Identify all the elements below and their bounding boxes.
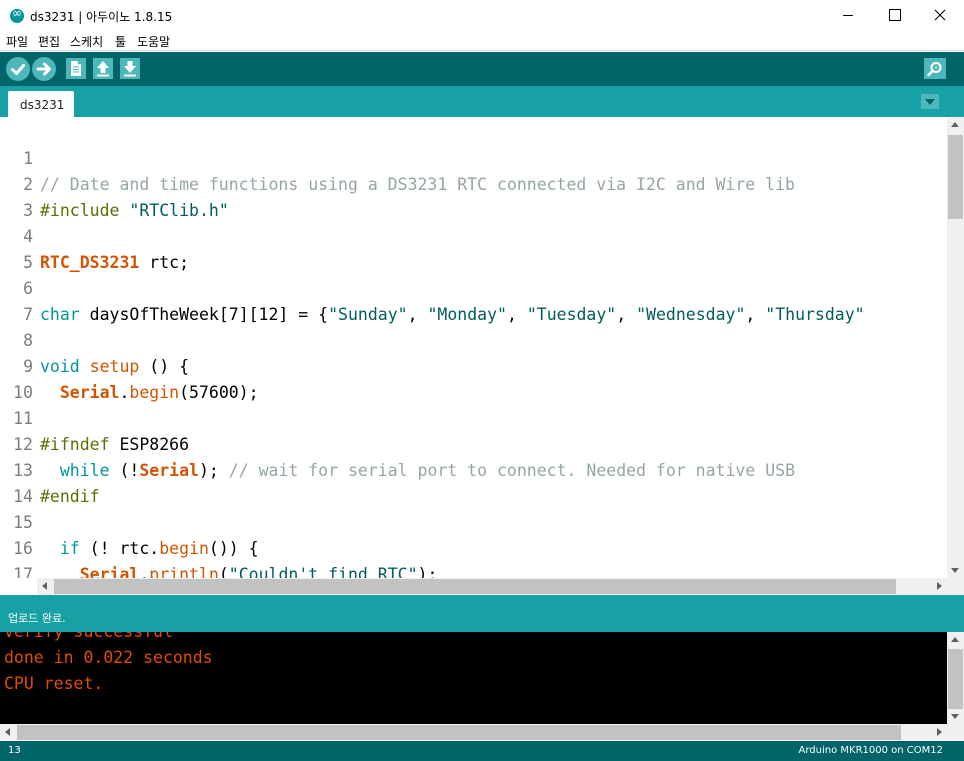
upload-button[interactable]	[32, 57, 56, 81]
code-line: 3	[0, 172, 947, 220]
menu-edit[interactable]: 편집	[38, 33, 60, 50]
save-sketch-button[interactable]	[120, 58, 140, 79]
editor-horizontal-scroll-thumb[interactable]	[54, 579, 896, 594]
console-line: Verify successful	[4, 632, 173, 645]
code-line: 15 if (! rtc.begin()) {	[0, 484, 947, 558]
tab-label: ds3231	[20, 98, 65, 112]
code-line: 14	[0, 458, 947, 506]
code-line: 10	[0, 354, 947, 402]
code-line: 2 #include "RTClib.h"	[0, 146, 947, 220]
scroll-left-arrow-icon[interactable]	[5, 728, 10, 736]
console-scrollbar-corner	[947, 724, 964, 741]
console-horizontal-scroll-thumb[interactable]	[17, 725, 901, 740]
code-line: 12 while (!Serial); // wait for serial p…	[0, 406, 947, 480]
magnifier-icon	[927, 62, 942, 77]
scrollbar-corner	[947, 578, 964, 595]
console-vertical-scrollbar[interactable]	[947, 632, 964, 724]
open-up-arrow-icon	[97, 61, 109, 77]
code-line: 4 RTC_DS3231 rtc;	[0, 198, 947, 272]
arrow-right-icon	[36, 62, 51, 76]
status-bar: 13 Arduino MKR1000 on COM12	[0, 741, 964, 761]
code-line: 7	[0, 276, 947, 324]
console-horizontal-scrollbar[interactable]	[0, 724, 947, 741]
code-line: 17 Serial.flush();	[0, 536, 947, 578]
tab-menu-button[interactable]	[921, 94, 939, 109]
close-button[interactable]	[917, 0, 963, 31]
code-line: 11 #ifndef ESP8266	[0, 380, 947, 454]
code-line: 13 #endif	[0, 432, 947, 506]
new-file-icon	[71, 61, 81, 76]
minimize-button[interactable]	[825, 0, 871, 31]
open-sketch-button[interactable]	[93, 58, 113, 79]
check-icon	[11, 64, 25, 75]
title-bar: ds3231 | 아두이노 1.8.15	[0, 0, 964, 31]
menu-sketch[interactable]: 스케치	[70, 33, 103, 50]
gutter-bottom	[0, 578, 37, 595]
console-line: CPU reset.	[4, 674, 104, 693]
console-output[interactable]: Verify successful done in 0.022 seconds …	[0, 632, 947, 724]
code-line: 8 void setup () {	[0, 302, 947, 376]
tab-strip: ds3231	[0, 86, 964, 117]
menu-help[interactable]: 도움말	[137, 33, 170, 50]
scroll-left-arrow-icon[interactable]	[42, 582, 47, 590]
verify-button[interactable]	[6, 57, 30, 81]
editor-vertical-scrollbar[interactable]	[947, 117, 964, 578]
code-editor[interactable]: 1 // Date and time functions using a DS3…	[0, 117, 947, 578]
cursor-line-number: 13	[8, 745, 21, 756]
menu-tools[interactable]: 툴	[115, 33, 126, 50]
scroll-down-arrow-icon[interactable]	[951, 714, 959, 719]
tab-ds3231[interactable]: ds3231	[8, 91, 74, 117]
menu-file[interactable]: 파일	[6, 33, 28, 50]
editor-vertical-scroll-thumb[interactable]	[948, 135, 963, 219]
menu-bar: 파일 편집 스케치 툴 도움말	[0, 31, 964, 51]
window-title: ds3231 | 아두이노 1.8.15	[30, 10, 173, 24]
status-message: 업로드 완료.	[8, 612, 66, 625]
save-down-arrow-icon	[124, 61, 136, 77]
scroll-up-arrow-icon[interactable]	[951, 637, 959, 642]
code-line: 18 abort();	[0, 562, 947, 578]
console-vertical-scroll-thumb[interactable]	[948, 649, 963, 709]
code-line: 5	[0, 224, 947, 272]
scroll-right-arrow-icon[interactable]	[937, 582, 942, 590]
message-bar: 업로드 완료.	[0, 600, 964, 632]
new-sketch-button[interactable]	[66, 58, 86, 79]
code-line: 6 char daysOfTheWeek[7][12] = {"Sunday",…	[0, 250, 947, 324]
close-icon	[934, 9, 946, 21]
toolbar	[0, 52, 964, 86]
scroll-down-arrow-icon[interactable]	[951, 568, 959, 573]
scroll-up-arrow-icon[interactable]	[951, 122, 959, 127]
code-line: 16 Serial.println("Couldn't find RTC");	[0, 510, 947, 578]
code-line: 9 Serial.begin(57600);	[0, 328, 947, 402]
console-line: done in 0.022 seconds	[4, 648, 213, 667]
board-port-info: Arduino MKR1000 on COM12	[798, 745, 943, 756]
scroll-right-arrow-icon[interactable]	[937, 728, 942, 736]
code-line: 1 // Date and time functions using a DS3…	[0, 120, 947, 194]
maximize-button[interactable]	[871, 0, 917, 31]
arduino-app-icon	[10, 6, 24, 23]
editor-horizontal-scrollbar[interactable]	[37, 578, 947, 595]
serial-monitor-button[interactable]	[924, 58, 946, 79]
